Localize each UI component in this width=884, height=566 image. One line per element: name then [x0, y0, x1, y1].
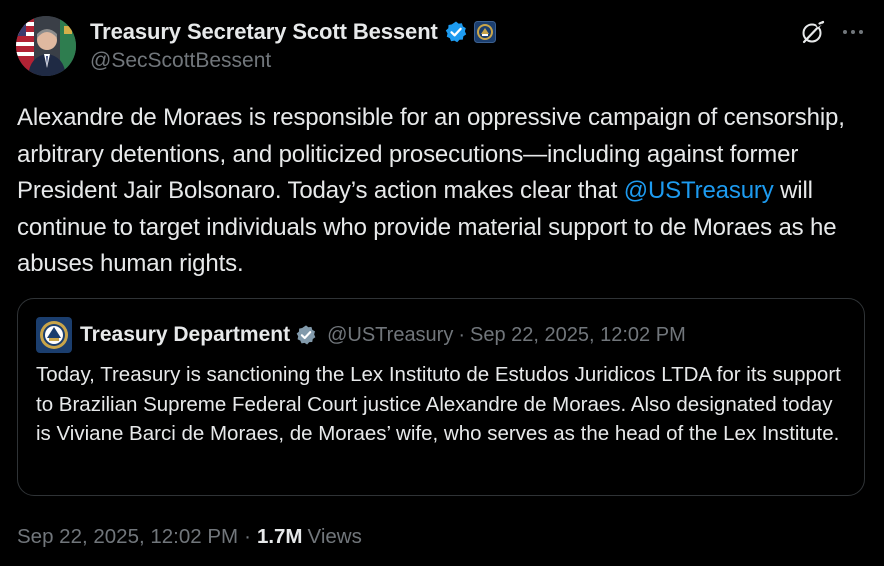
quoted-tweet-card[interactable]: Treasury Department @USTreasury · Sep 22… [17, 298, 865, 496]
quoted-timestamp[interactable]: Sep 22, 2025, 12:02 PM [470, 324, 686, 347]
quoted-separator: · [458, 323, 466, 346]
quoted-author-name[interactable]: Treasury Department [80, 323, 290, 347]
verified-badge-icon[interactable] [444, 20, 468, 44]
tweet-container: Treasury Secretary Scott Bessent @SecSco… [0, 0, 884, 566]
more-options-icon[interactable] [840, 19, 866, 45]
views-label: Views [307, 525, 362, 548]
treasury-seal-icon[interactable] [473, 21, 496, 43]
tweet-footer: Sep 22, 2025, 12:02 PM · 1.7M Views [17, 522, 362, 552]
author-display-name[interactable]: Treasury Secretary Scott Bessent [90, 19, 438, 45]
mention-link[interactable]: @USTreasury [624, 177, 774, 204]
author-avatar[interactable] [16, 16, 76, 76]
quoted-verified-badge-icon[interactable] [295, 324, 317, 346]
footer-separator: · [244, 525, 251, 548]
quoted-author-handle[interactable]: @USTreasury [327, 324, 453, 347]
author-handle[interactable]: @SecScottBessent [90, 49, 271, 73]
tweet-text: Alexandre de Moraes is responsible for a… [17, 100, 877, 283]
view-count: 1.7M [256, 525, 303, 548]
tweet-timestamp[interactable]: Sep 22, 2025, 12:02 PM [17, 525, 238, 549]
quoted-tweet-text: Today, Treasury is sanctioning the Lex I… [36, 363, 841, 445]
author-name-row: Treasury Secretary Scott Bessent [90, 17, 496, 47]
grok-icon[interactable] [800, 19, 826, 45]
quoted-author-avatar[interactable] [36, 317, 72, 353]
quoted-tweet-header: Treasury Department @USTreasury · Sep 22… [36, 317, 686, 353]
